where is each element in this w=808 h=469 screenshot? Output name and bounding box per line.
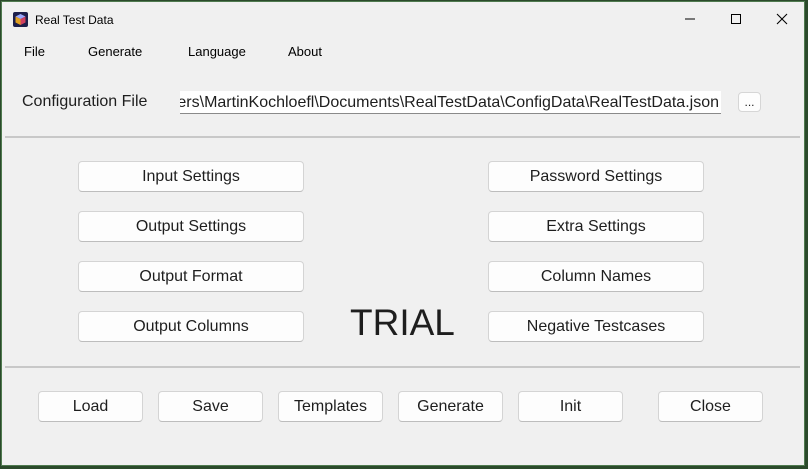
column-names-button[interactable]: Column Names	[488, 261, 704, 292]
menu-bar: File Generate Language About	[2, 38, 804, 64]
trial-watermark: TRIAL	[350, 302, 455, 343]
extra-settings-button[interactable]: Extra Settings	[488, 211, 704, 242]
output-settings-button[interactable]: Output Settings	[78, 211, 304, 242]
negative-testcases-button[interactable]: Negative Testcases	[488, 311, 704, 342]
minimize-button[interactable]	[667, 2, 713, 36]
minimize-icon	[685, 18, 695, 20]
menu-generate[interactable]: Generate	[88, 44, 142, 59]
bottom-separator	[5, 366, 800, 368]
menu-about[interactable]: About	[288, 44, 322, 59]
password-settings-button[interactable]: Password Settings	[488, 161, 704, 192]
config-file-path-field[interactable]: sers\MartinKochloefl\Documents\RealTestD…	[180, 91, 721, 114]
close-button[interactable]: Close	[658, 391, 763, 422]
menu-language[interactable]: Language	[188, 44, 246, 59]
close-window-button[interactable]	[759, 2, 804, 36]
browse-config-button[interactable]: ...	[738, 92, 761, 112]
maximize-button[interactable]	[713, 2, 759, 36]
window-title: Real Test Data	[35, 13, 114, 27]
generate-button[interactable]: Generate	[398, 391, 503, 422]
load-button[interactable]: Load	[38, 391, 143, 422]
menu-file[interactable]: File	[24, 44, 45, 59]
title-bar[interactable]: Real Test Data	[2, 2, 804, 36]
app-cube-icon	[13, 12, 28, 27]
output-format-button[interactable]: Output Format	[78, 261, 304, 292]
config-file-label: Configuration File	[22, 93, 148, 110]
close-icon	[776, 13, 788, 25]
save-button[interactable]: Save	[158, 391, 263, 422]
init-button[interactable]: Init	[518, 391, 623, 422]
config-file-path-text: sers\MartinKochloefl\Documents\RealTestD…	[180, 94, 719, 111]
main-window: Real Test Data File Generate Language Ab…	[1, 1, 805, 466]
top-separator	[5, 136, 800, 138]
output-columns-button[interactable]: Output Columns	[78, 311, 304, 342]
templates-button[interactable]: Templates	[278, 391, 383, 422]
input-settings-button[interactable]: Input Settings	[78, 161, 304, 192]
maximize-icon	[731, 14, 741, 24]
